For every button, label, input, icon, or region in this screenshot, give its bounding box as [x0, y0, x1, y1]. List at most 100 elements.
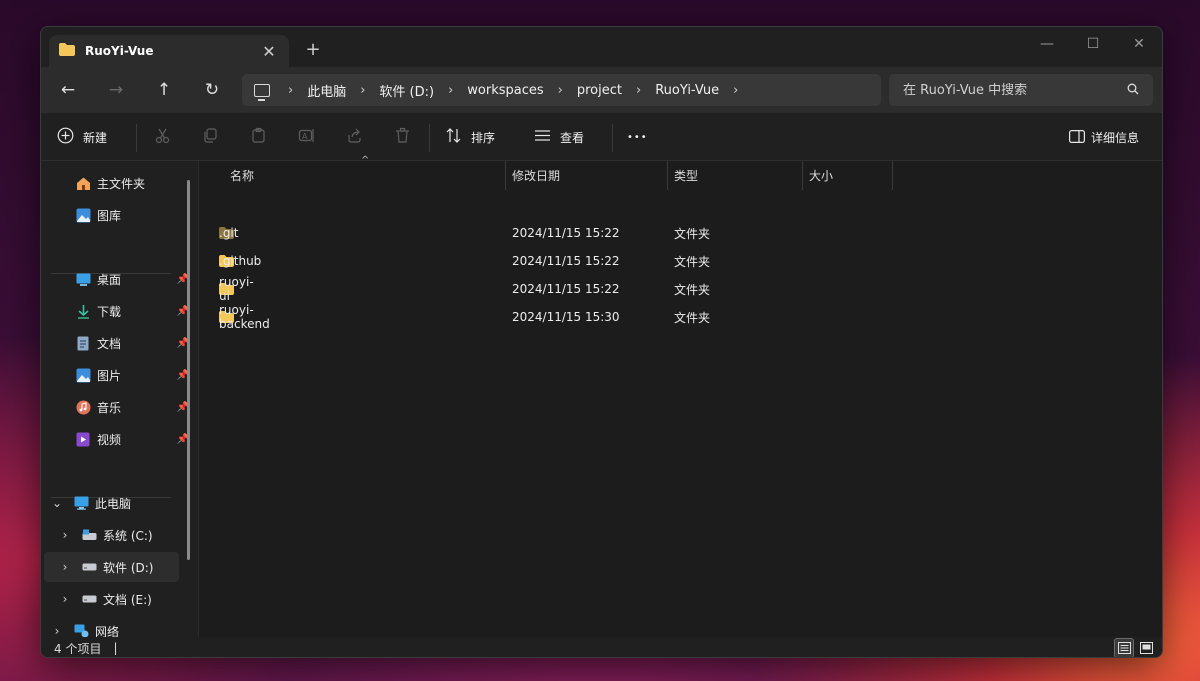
details-view-icon	[1117, 642, 1131, 654]
breadcrumb-item[interactable]: RuoYi-Vue ›	[655, 83, 752, 98]
sort-button[interactable]: 排序	[445, 114, 495, 161]
forward-button[interactable]: →	[103, 77, 129, 103]
scissors-icon	[154, 127, 171, 149]
column-header-name[interactable]: 名称	[230, 161, 254, 190]
drive-icon	[81, 591, 97, 607]
sidebar-item-network[interactable]: › 网络	[41, 616, 199, 637]
search-icon[interactable]	[1127, 83, 1139, 98]
breadcrumb-item[interactable]: project ›	[577, 83, 655, 98]
sidebar-item-documents[interactable]: 文档 📌	[41, 328, 199, 358]
sidebar-scrollbar[interactable]	[187, 180, 190, 560]
videos-icon	[75, 431, 91, 447]
divider	[612, 124, 613, 152]
breadcrumb-root-sep: ›	[288, 82, 294, 98]
copy-button[interactable]	[202, 114, 219, 161]
breadcrumb-item[interactable]: workspaces ›	[467, 83, 577, 98]
breadcrumb-item[interactable]: 软件 (D:) ›	[379, 81, 467, 100]
command-toolbar: 新建 A 排序 查看 ••• 详细信息	[41, 114, 1162, 161]
navigation-pane: 主文件夹 图库 桌面 📌 下载 📌 文档 📌 图片 📌 音乐 📌 视频 📌 ⌄ …	[41, 161, 199, 637]
sidebar-item-drive-d[interactable]: › 软件 (D:)	[44, 552, 179, 582]
tab-title: RuoYi-Vue	[85, 44, 154, 58]
clipboard-icon	[250, 127, 267, 149]
type-cell: 文件夹	[674, 226, 711, 241]
sidebar-item-drive-c[interactable]: › 系统 (C:)	[41, 520, 199, 550]
status-bar: 4 个项目 |	[41, 637, 1162, 657]
pictures-icon	[75, 367, 91, 383]
computer-icon	[73, 495, 89, 511]
tab-ruoyi-vue[interactable]: RuoYi-Vue ✕	[49, 35, 289, 67]
music-icon	[75, 399, 91, 415]
column-header-size[interactable]: 大小	[809, 161, 833, 190]
download-icon	[75, 303, 91, 319]
address-bar[interactable]: › 此电脑 › 软件 (D:) › workspaces › project › Ruo…	[242, 74, 881, 106]
search-box[interactable]	[889, 74, 1153, 106]
column-header-type[interactable]: 类型	[674, 161, 698, 190]
modified-cell: 2024/11/15 15:22	[512, 254, 620, 268]
sidebar-item-downloads[interactable]: 下载 📌	[41, 296, 199, 326]
network-icon	[73, 623, 89, 637]
sort-icon	[445, 127, 462, 149]
breadcrumb-item[interactable]: 此电脑 ›	[307, 81, 379, 100]
close-window-button[interactable]: ✕	[1116, 31, 1162, 57]
share-button[interactable]	[346, 114, 363, 161]
chevron-down-icon[interactable]: ⌄	[51, 496, 63, 510]
refresh-button[interactable]: ↻	[199, 77, 225, 103]
sidebar-item-drive-e[interactable]: › 文档 (E:)	[41, 584, 199, 614]
column-divider[interactable]	[505, 161, 506, 190]
column-divider[interactable]	[802, 161, 803, 190]
navigation-bar: ← → ↑ ↻ › 此电脑 › 软件 (D:) › workspaces › proj…	[41, 67, 1162, 113]
chevron-right-icon[interactable]: ›	[59, 592, 71, 606]
details-pane-button[interactable]: 详细信息	[1069, 114, 1139, 161]
up-button[interactable]: ↑	[151, 77, 177, 103]
divider	[429, 124, 430, 152]
column-divider[interactable]	[667, 161, 668, 190]
more-options-button[interactable]: •••	[627, 114, 648, 161]
details-pane-icon	[1069, 128, 1086, 148]
search-input[interactable]	[903, 82, 1127, 98]
chevron-right-icon: ›	[360, 82, 366, 98]
sidebar-item-this-pc[interactable]: ⌄ 此电脑	[41, 488, 199, 518]
sidebar-item-home[interactable]: 主文件夹	[41, 168, 199, 198]
list-view-icon	[534, 127, 551, 149]
sidebar-item-videos[interactable]: 视频 📌	[41, 424, 199, 454]
minimize-button[interactable]: —	[1024, 31, 1070, 57]
column-divider[interactable]	[892, 161, 893, 190]
table-row[interactable]: .git 2024/11/15 15:22 文件夹	[209, 219, 1149, 247]
table-row[interactable]: ruoyi-backend 2024/11/15 15:30 文件夹	[209, 303, 1149, 331]
back-button[interactable]: ←	[55, 77, 81, 103]
rename-button[interactable]: A	[298, 114, 315, 161]
paste-button[interactable]	[250, 114, 267, 161]
file-explorer-window: RuoYi-Vue ✕ + — ☐ ✕ ← → ↑ ↻ › 此电脑 › 软件 (D…	[40, 26, 1163, 658]
sidebar-item-gallery[interactable]: 图库	[41, 200, 199, 230]
new-button[interactable]: 新建	[57, 114, 107, 161]
modified-cell: 2024/11/15 15:22	[512, 226, 620, 240]
trash-icon	[394, 127, 411, 149]
chevron-right-icon: ›	[557, 82, 563, 98]
chevron-right-icon[interactable]: ›	[51, 624, 63, 637]
maximize-button[interactable]: ☐	[1070, 31, 1116, 57]
sort-ascending-icon: ^	[361, 155, 370, 166]
plus-circle-icon	[57, 127, 74, 149]
sidebar-item-pictures[interactable]: 图片 📌	[41, 360, 199, 390]
chevron-right-icon[interactable]: ›	[59, 560, 71, 574]
chevron-right-icon[interactable]: ›	[59, 528, 71, 542]
sidebar-item-music[interactable]: 音乐 📌	[41, 392, 199, 422]
home-icon	[75, 175, 91, 191]
table-row[interactable]: .github 2024/11/15 15:22 文件夹	[209, 247, 1149, 275]
system-drive-icon	[81, 527, 97, 543]
window-controls: — ☐ ✕	[1024, 31, 1162, 57]
sidebar-item-desktop[interactable]: 桌面 📌	[41, 264, 199, 294]
delete-button[interactable]	[394, 114, 411, 161]
tiles-view-button[interactable]	[1136, 638, 1156, 657]
copy-icon	[202, 127, 219, 149]
details-button-label: 详细信息	[1091, 131, 1140, 145]
rename-icon: A	[298, 127, 315, 149]
new-tab-button[interactable]: +	[303, 39, 323, 60]
view-button[interactable]: 查看	[534, 114, 584, 161]
close-tab-icon[interactable]: ✕	[259, 42, 279, 61]
table-row[interactable]: ruoyi-ui 2024/11/15 15:22 文件夹	[209, 275, 1149, 303]
column-header-modified[interactable]: 修改日期	[512, 161, 560, 190]
cut-button[interactable]	[154, 114, 171, 161]
details-view-button[interactable]	[1114, 638, 1134, 657]
tiles-view-icon	[1139, 642, 1153, 654]
